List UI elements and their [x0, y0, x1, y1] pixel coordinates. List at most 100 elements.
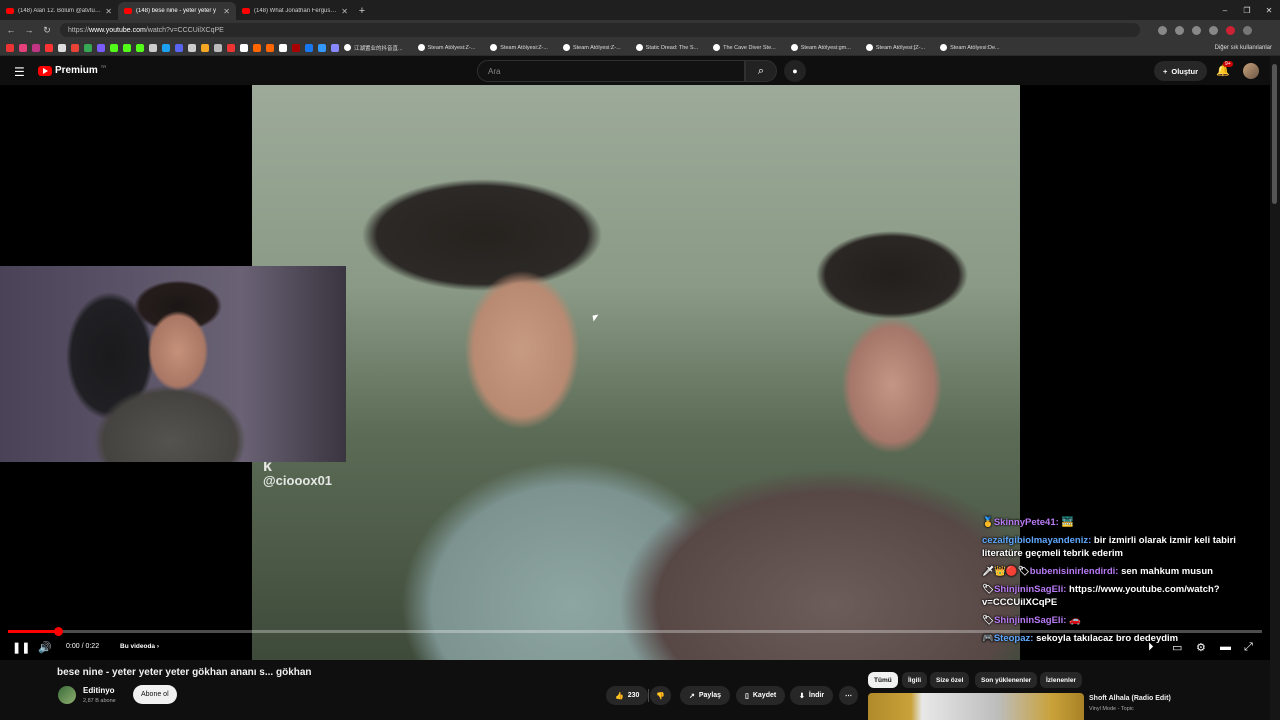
fullscreen-icon[interactable]: ⤢ — [1244, 641, 1253, 654]
url-path: /watch?v=CCCUilXCqPE — [145, 26, 224, 34]
maximize-icon[interactable]: ❐ — [1236, 0, 1258, 20]
bookmark-item[interactable]: Steam Atölyesi:gm... — [790, 44, 851, 51]
channel-avatar[interactable] — [58, 686, 76, 704]
search-input[interactable]: Ara — [477, 60, 745, 82]
browser-tab-2[interactable]: (148) bese nine - yeter yeter y ✕ — [118, 2, 236, 20]
bookmark-icon[interactable] — [214, 43, 222, 52]
close-window-icon[interactable]: ✕ — [1258, 0, 1280, 20]
account-avatar[interactable] — [1243, 63, 1259, 79]
bookmark-icon[interactable] — [45, 43, 53, 52]
minimize-icon[interactable]: – — [1214, 0, 1236, 20]
bookmark-item[interactable]: Static Dread: The S... — [635, 44, 698, 51]
extension-icon[interactable] — [1226, 25, 1235, 35]
bookmark-icon[interactable] — [279, 43, 287, 52]
notifications-button[interactable]: 🔔 9+ — [1216, 61, 1233, 77]
theater-mode-icon[interactable]: ▬ — [1220, 641, 1231, 653]
subscribe-button[interactable]: Abone ol — [133, 685, 177, 704]
bookmark-icon[interactable] — [71, 43, 79, 52]
forward-icon[interactable]: → — [22, 25, 36, 35]
bookmark-icon[interactable] — [162, 43, 170, 52]
chat-user: cezaifgibiolmayandeniz: — [982, 535, 1092, 546]
bookmark-icon[interactable] — [110, 43, 118, 52]
bookmark-item[interactable]: Steam Atölyesi:De... — [940, 44, 1000, 51]
extension-icon[interactable] — [1158, 25, 1167, 35]
bookmark-icon[interactable] — [253, 43, 261, 52]
like-button[interactable]: 👍 230 — [606, 686, 649, 705]
chip-recent[interactable]: Son yüklenenler — [975, 672, 1038, 688]
progress-scrubber[interactable] — [54, 627, 64, 636]
chat-badge: 🥇 — [982, 517, 994, 528]
download-button[interactable]: ⬇ İndir — [790, 686, 834, 705]
reload-icon[interactable]: ↻ — [40, 25, 54, 36]
close-tab-icon[interactable]: ✕ — [223, 7, 230, 16]
save-button[interactable]: ▯ Kaydet — [736, 686, 786, 705]
menu-icon[interactable]: ☰ — [14, 65, 25, 79]
bookmark-icon[interactable] — [6, 43, 14, 52]
video-frame[interactable]: k @ciooox01 — [252, 85, 1020, 660]
settings-gear-icon[interactable]: ⚙ — [1196, 641, 1206, 654]
bookmark-item[interactable]: The Cave Diver Ste... — [713, 44, 776, 51]
menu-icon[interactable] — [1243, 25, 1252, 35]
extension-icon[interactable] — [1209, 25, 1218, 35]
close-tab-icon[interactable]: ✕ — [341, 7, 348, 16]
extension-icon[interactable] — [1175, 25, 1184, 35]
channel-name[interactable]: Editinyo — [83, 686, 115, 695]
new-tab-button[interactable]: + — [354, 2, 370, 20]
bookmark-icon[interactable] — [58, 43, 66, 52]
bookmark-item[interactable]: Steam Atölyesi:Z-... — [417, 44, 475, 51]
bookmark-icon[interactable] — [97, 43, 105, 52]
chip-for-you[interactable]: Size özel — [930, 672, 970, 688]
progress-bar[interactable] — [8, 627, 1262, 636]
browser-tab-1[interactable]: (148) Alan 12. Bölüm @atvturkiye ✕ — [0, 2, 118, 20]
chat-badge: 🗡👑🔴🏷 — [982, 566, 1030, 577]
bookmark-icon[interactable] — [84, 43, 92, 52]
share-button[interactable]: ↗ Paylaş — [680, 686, 731, 705]
bookmark-icon[interactable] — [19, 43, 27, 52]
recommendation-thumbnail[interactable] — [868, 693, 1084, 720]
voice-search-button[interactable]: ● — [784, 60, 806, 82]
youtube-logo[interactable]: Premium TR — [38, 64, 106, 76]
bookmark-item[interactable]: Steam Atölyesi:[Z-... — [865, 44, 925, 51]
browser-tab-3[interactable]: (148) What Jonathan Ferguson thi ✕ — [236, 2, 354, 20]
chapter-button[interactable]: Bu videoda › — [120, 643, 159, 650]
dislike-button[interactable]: 👎 — [650, 686, 671, 705]
autoplay-icon[interactable]: ⏵ — [1148, 641, 1154, 654]
bookmark-item[interactable]: Steam Atölyesi:Z-... — [562, 44, 621, 51]
bookmark-icon[interactable] — [292, 43, 300, 52]
bookmark-icon[interactable] — [175, 43, 183, 52]
bookmark-icon[interactable] — [201, 43, 209, 52]
bookmark-icon[interactable] — [188, 43, 196, 52]
url-domain: www.youtube.com — [89, 26, 146, 34]
recommendation-title[interactable]: Shoft Alhala (Radio Edit) — [1089, 695, 1171, 702]
pause-icon[interactable]: ❚❚ — [12, 641, 30, 654]
bookmark-icon[interactable] — [240, 43, 248, 52]
chip-watched[interactable]: İzlenenler — [1040, 672, 1082, 688]
extension-icon[interactable] — [1192, 25, 1201, 35]
chip-all[interactable]: Tümü — [868, 672, 898, 688]
chevron-right-icon: › — [156, 643, 160, 650]
bookmark-icon[interactable] — [123, 43, 131, 52]
bookmark-item[interactable]: 江湖置业的抖音直... — [344, 44, 403, 52]
scrollbar-thumb[interactable] — [1272, 64, 1277, 204]
search-button[interactable]: ⌕ — [745, 60, 777, 82]
bookmark-item[interactable]: Steam Atölyesi:Z-... — [490, 44, 548, 51]
bookmark-icon[interactable] — [136, 43, 144, 52]
bookmark-icon[interactable] — [32, 43, 40, 52]
url-input[interactable]: https://www.youtube.com/watch?v=CCCUilXC… — [60, 23, 1140, 37]
bookmark-icon[interactable] — [305, 43, 313, 52]
back-icon[interactable]: ← — [4, 25, 18, 35]
volume-icon[interactable]: 🔊 — [38, 641, 52, 654]
create-button[interactable]: + Oluştur — [1154, 61, 1208, 81]
other-bookmarks[interactable]: Diğer sık kullanılanlar — [1215, 45, 1272, 51]
bookmark-icon[interactable] — [149, 43, 157, 52]
close-tab-icon[interactable]: ✕ — [105, 7, 112, 16]
bookmark-icon[interactable] — [266, 43, 274, 52]
more-actions-button[interactable]: ⋯ — [839, 686, 858, 705]
page-scrollbar[interactable] — [1270, 56, 1280, 720]
video-player[interactable]: k @ciooox01 🥇SkinnyPete41: 🚟 cezaifgibio… — [0, 85, 1270, 660]
bookmark-icon[interactable] — [318, 43, 326, 52]
bookmark-icon[interactable] — [331, 43, 339, 52]
subtitles-icon[interactable]: ▭ — [1172, 641, 1182, 654]
bookmark-icon[interactable] — [227, 43, 235, 52]
chip-related[interactable]: İlgili — [902, 672, 927, 688]
